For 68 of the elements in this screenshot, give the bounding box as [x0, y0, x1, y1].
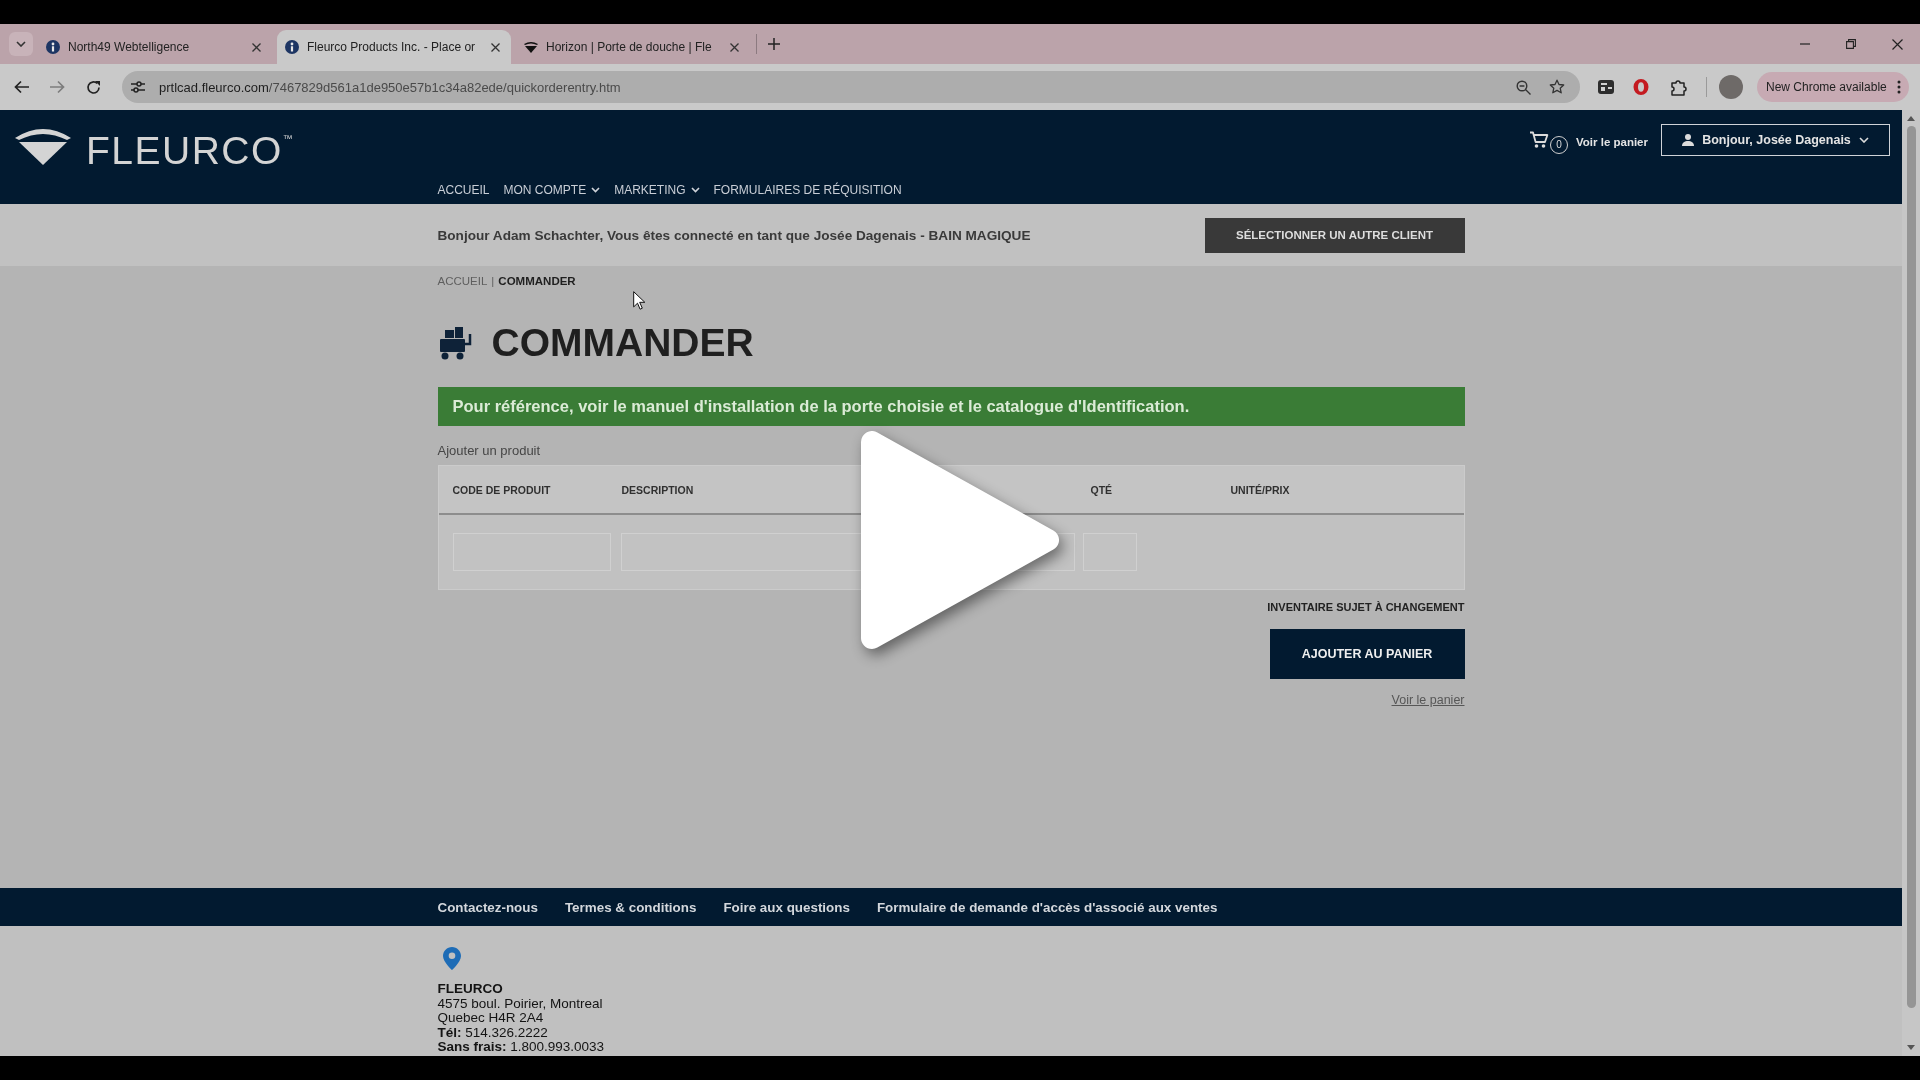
- info-circle-icon: [46, 40, 60, 54]
- notice-banner: Pour référence, voir le manuel d'installation de la porte choisie et le catalogue d'Identification.: [437, 387, 1465, 426]
- cursor-icon: [633, 291, 645, 310]
- breadcrumb-current: COMMANDER: [498, 274, 576, 289]
- chevron-down-icon: [1858, 137, 1869, 143]
- browser-tab[interactable]: Horizon | Porte de douche | Fle: [516, 30, 750, 64]
- select-client-button[interactable]: SÉLECTIONNER UN AUTRE CLIENT: [1204, 217, 1465, 253]
- play-icon[interactable]: [860, 430, 1060, 650]
- column-header: UNITÉ/PRIX: [1230, 483, 1290, 496]
- avatar[interactable]: [1719, 75, 1743, 99]
- column-header: QTÉ: [1090, 483, 1113, 496]
- view-cart-link[interactable]: Voir le panier: [1391, 693, 1465, 707]
- tab-list-button[interactable]: [9, 32, 33, 56]
- view-cart-link[interactable]: Voir le panier: [1576, 136, 1648, 148]
- puzzle-icon[interactable]: [1670, 78, 1688, 96]
- close-icon[interactable]: [252, 42, 261, 52]
- person-icon: [1682, 134, 1695, 146]
- page-title: COMMANDER: [491, 320, 754, 366]
- cart-boxes-icon: [437, 326, 472, 360]
- nav-link[interactable]: FORMULAIRES DE RÉQUISITION: [713, 183, 902, 197]
- nav-link[interactable]: MARKETING: [614, 183, 700, 197]
- info-circle-icon: [285, 40, 299, 54]
- back-arrow-icon[interactable]: [14, 80, 30, 94]
- sliders-icon[interactable]: [130, 80, 146, 94]
- logo-text[interactable]: FLEURCO$^{™}$: [86, 118, 293, 172]
- form-label: Ajouter un produit: [437, 443, 542, 459]
- close-icon[interactable]: [1891, 38, 1903, 50]
- nav-link[interactable]: ACCUEIL: [437, 183, 490, 197]
- nav-link[interactable]: MON COMPTE: [503, 183, 601, 197]
- chevron-down-icon: [16, 41, 26, 47]
- column-header: DESCRIPTION: [621, 483, 694, 496]
- zoom-out-icon[interactable]: [1516, 79, 1531, 95]
- location-pin-icon: [442, 947, 461, 970]
- reload-icon[interactable]: [85, 79, 101, 95]
- footer-link[interactable]: Contactez-nous: [437, 899, 538, 915]
- update-chrome-button[interactable]: New Chrome available: [1757, 72, 1909, 102]
- url-text[interactable]: prtlcad.fleurco.com/7467829d561a1de950e57b1c34a82ede/quickorderentry.htm: [159, 79, 1516, 95]
- add-to-cart-button[interactable]: AJOUTER AU PANIER: [1269, 629, 1465, 679]
- close-icon[interactable]: [491, 42, 500, 52]
- scrollbar[interactable]: [1902, 110, 1920, 1056]
- stock-note: INVENTAIRE SUJET À CHANGEMENT: [1267, 600, 1465, 614]
- more-icon[interactable]: [1897, 80, 1901, 94]
- address-line: Quebec H4R 2A4: [437, 1011, 545, 1026]
- triangle-logo-icon: [524, 41, 538, 53]
- address-line: 4575 boul. Poirier, Montreal: [437, 996, 604, 1012]
- cart-icon[interactable]: [1529, 131, 1549, 149]
- restore-icon[interactable]: [1846, 39, 1856, 49]
- user-menu-button[interactable]: Bonjour, Josée Dagenais: [1661, 124, 1890, 156]
- scroll-up-icon[interactable]: [1907, 116, 1915, 121]
- extension-icon[interactable]: [1597, 78, 1615, 96]
- footer-link[interactable]: Formulaire de demande d'accès d'associé aux ventes: [876, 899, 1218, 915]
- greeting-text: Bonjour Adam Schachter, Vous êtes connecté en tant que Josée Dagenais - BAIN MAGIQUE: [437, 227, 1031, 243]
- footer-link[interactable]: Termes & conditions: [564, 899, 697, 915]
- footer-link[interactable]: Foire aux questions: [723, 899, 850, 915]
- column-header: CODE DE PRODUIT: [452, 483, 551, 496]
- new-tab-icon[interactable]: [768, 38, 780, 50]
- address-bar[interactable]: prtlcad.fleurco.com/7467829d561a1de950e57b1c34a82ede/quickorderentry.htm: [122, 71, 1580, 103]
- address-line: Sans frais: 1.800.993.0033: [437, 1040, 605, 1055]
- browser-tab[interactable]: Fleurco Products Inc. - Place or: [277, 30, 511, 64]
- close-icon[interactable]: [730, 42, 739, 52]
- scrollbar-thumb[interactable]: [1906, 126, 1916, 1008]
- ring-icon[interactable]: [1632, 78, 1650, 96]
- breadcrumb-separator: |: [491, 274, 495, 289]
- address-line: Tél: 514.326.2222: [437, 1025, 549, 1041]
- scroll-down-icon[interactable]: [1907, 1045, 1915, 1050]
- star-icon[interactable]: [1549, 79, 1565, 95]
- company-name: FLEURCO: [437, 982, 504, 997]
- browser-tab[interactable]: North49 Webtelligence: [38, 30, 272, 64]
